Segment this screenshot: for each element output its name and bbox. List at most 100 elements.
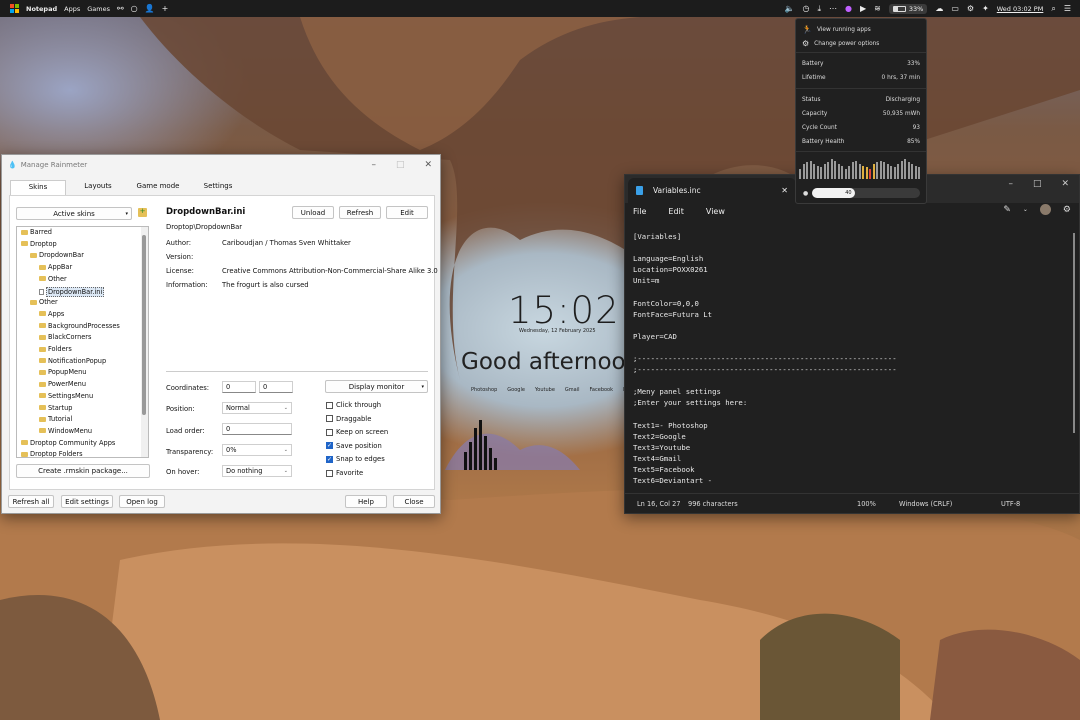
tree-item[interactable]: Droptop Folders bbox=[21, 450, 83, 457]
tree-item[interactable]: NotificationPopup bbox=[39, 357, 106, 365]
tree-item[interactable]: Other bbox=[39, 275, 67, 283]
maximize-icon[interactable]: □ bbox=[396, 160, 405, 170]
close-tab-icon[interactable]: ✕ bbox=[781, 186, 788, 195]
coord-x-input[interactable]: 0 bbox=[222, 381, 256, 393]
menu-file[interactable]: File bbox=[633, 207, 646, 216]
line-ending[interactable]: Windows (CRLF) bbox=[899, 500, 952, 508]
tree-scrollbar[interactable] bbox=[141, 227, 148, 457]
windows-logo-icon[interactable] bbox=[10, 4, 19, 13]
more-icon[interactable]: ⋯ bbox=[829, 4, 837, 13]
desktop-link[interactable]: Google bbox=[507, 387, 525, 393]
encoding[interactable]: UTF-8 bbox=[1001, 500, 1020, 508]
copilot-icon[interactable]: ✎ bbox=[1003, 205, 1011, 215]
unload-button[interactable]: Unload bbox=[292, 206, 334, 219]
checkbox-draggable[interactable]: Draggable bbox=[326, 415, 371, 423]
checkbox-keep-on-screen[interactable]: Keep on screen bbox=[326, 428, 388, 436]
change-power-options[interactable]: ⚙ Change power options bbox=[802, 39, 920, 48]
tree-item[interactable]: Startup bbox=[39, 404, 72, 412]
user-icon[interactable]: 👤 bbox=[145, 4, 155, 13]
tree-item[interactable]: BlackCorners bbox=[39, 333, 91, 341]
menu-edit[interactable]: Edit bbox=[668, 207, 684, 216]
taskbar-clock[interactable]: Wed 03:02 PM bbox=[997, 5, 1044, 13]
spark-icon[interactable]: ✦ bbox=[982, 4, 989, 13]
history-icon[interactable]: ◷ bbox=[803, 4, 810, 13]
active-app-title[interactable]: Notepad bbox=[26, 5, 57, 13]
tree-item[interactable]: PowerMenu bbox=[39, 380, 86, 388]
settings-icon[interactable]: ⚙ bbox=[967, 4, 974, 13]
help-button[interactable]: Help bbox=[345, 495, 387, 508]
brightness-slider[interactable]: 40 bbox=[812, 188, 920, 198]
tree-item[interactable]: BackgroundProcesses bbox=[39, 322, 120, 330]
tab-settings[interactable]: Settings bbox=[190, 180, 246, 195]
battery-indicator[interactable]: 33% bbox=[888, 3, 928, 14]
view-running-apps[interactable]: 🏃 View running apps bbox=[802, 25, 920, 34]
tree-item[interactable]: Tutorial bbox=[39, 415, 72, 423]
close-icon[interactable]: ✕ bbox=[1061, 179, 1069, 189]
display-monitor-button[interactable]: Display monitor ▾ bbox=[325, 380, 428, 393]
download-icon[interactable]: ⤓ bbox=[817, 4, 821, 13]
checkbox-click-through[interactable]: Click through bbox=[326, 401, 381, 409]
add-folder-icon[interactable]: + bbox=[138, 208, 147, 217]
tree-item[interactable]: DropdownBar bbox=[30, 251, 84, 259]
close-icon[interactable]: ✕ bbox=[424, 160, 432, 170]
transparency-select[interactable]: 0% ⌄ bbox=[222, 444, 292, 456]
tree-item[interactable]: Apps bbox=[39, 310, 64, 318]
refresh-all-button[interactable]: Refresh all bbox=[8, 495, 54, 508]
position-select[interactable]: Normal ⌄ bbox=[222, 402, 292, 414]
coord-y-input[interactable]: 0 bbox=[259, 381, 293, 393]
text-editor[interactable]: [Variables] Language=English Location=POXX… bbox=[633, 231, 1065, 489]
search-icon[interactable]: ⌕ bbox=[1051, 4, 1055, 13]
notepad-tab[interactable]: Variables.inc ✕ bbox=[628, 178, 796, 203]
messenger-icon[interactable]: ● bbox=[845, 4, 852, 13]
refresh-button[interactable]: Refresh bbox=[339, 206, 381, 219]
open-log-button[interactable]: Open log bbox=[119, 495, 165, 508]
list-icon[interactable]: ☰ bbox=[1064, 4, 1071, 13]
tree-item[interactable]: Folders bbox=[39, 345, 72, 353]
apps-menu[interactable]: Apps bbox=[64, 5, 80, 13]
menu-view[interactable]: View bbox=[706, 207, 725, 216]
tab-game-mode[interactable]: Game mode bbox=[130, 180, 186, 195]
link-icon[interactable]: ⚯ bbox=[117, 4, 124, 13]
tree-item[interactable]: WindowMenu bbox=[39, 427, 92, 435]
checkbox-save-position[interactable]: ✓ Save position bbox=[326, 442, 382, 450]
tree-item[interactable]: Droptop Community Apps bbox=[21, 439, 115, 447]
edit-button[interactable]: Edit bbox=[386, 206, 428, 219]
checkbox-favorite[interactable]: Favorite bbox=[326, 469, 363, 477]
settings-icon[interactable]: ⚙ bbox=[1063, 205, 1071, 215]
tree-item[interactable]: Droptop bbox=[21, 240, 57, 248]
desktop-link[interactable]: Photoshop bbox=[471, 387, 497, 393]
desktop-link[interactable]: Youtube bbox=[535, 387, 555, 393]
plus-icon[interactable]: + bbox=[162, 4, 169, 13]
active-skins-dropdown[interactable]: Active skins ▾ bbox=[16, 207, 132, 220]
minimize-icon[interactable]: – bbox=[1008, 179, 1013, 189]
circle-icon[interactable]: ○ bbox=[131, 4, 138, 13]
checkbox-snap-to-edges[interactable]: ✓ Snap to edges bbox=[326, 455, 385, 463]
games-menu[interactable]: Games bbox=[87, 5, 110, 13]
desktop-link[interactable]: Gmail bbox=[565, 387, 580, 393]
wifi-icon[interactable]: ≋ bbox=[874, 4, 881, 13]
skins-tree[interactable]: Barred Droptop DropdownBar AppBar Other Dropd… bbox=[16, 226, 149, 458]
tree-item[interactable]: DropdownBar.ini bbox=[39, 286, 105, 297]
tree-item[interactable]: SettingsMenu bbox=[39, 392, 93, 400]
tree-item[interactable]: AppBar bbox=[39, 263, 72, 271]
tab-skins[interactable]: Skins bbox=[10, 180, 66, 195]
cloud-icon[interactable]: ☁ bbox=[935, 4, 943, 13]
tree-item[interactable]: Barred bbox=[21, 228, 52, 236]
account-avatar-icon[interactable] bbox=[1039, 204, 1051, 215]
close-button[interactable]: Close bbox=[393, 495, 435, 508]
edit-settings-button[interactable]: Edit settings bbox=[61, 495, 113, 508]
zoom-level[interactable]: 100% bbox=[857, 500, 876, 508]
on-hover-select[interactable]: Do nothing ⌄ bbox=[222, 465, 292, 477]
editor-scrollbar[interactable] bbox=[1073, 233, 1075, 433]
maximize-icon[interactable]: □ bbox=[1033, 179, 1042, 189]
tree-item[interactable]: Other bbox=[30, 298, 58, 306]
tab-layouts[interactable]: Layouts bbox=[70, 180, 126, 195]
minimize-icon[interactable]: – bbox=[371, 160, 376, 170]
load-order-input[interactable]: 0 bbox=[222, 423, 292, 435]
desktop-link[interactable]: Facebook bbox=[590, 387, 614, 393]
volume-icon[interactable]: 🔈 bbox=[785, 4, 795, 13]
create-package-button[interactable]: Create .rmskin package... bbox=[16, 464, 150, 478]
youtube-icon[interactable]: ▶ bbox=[860, 4, 866, 13]
monitor-icon[interactable]: ▭ bbox=[951, 4, 959, 13]
tree-item[interactable]: PopupMenu bbox=[39, 368, 86, 376]
